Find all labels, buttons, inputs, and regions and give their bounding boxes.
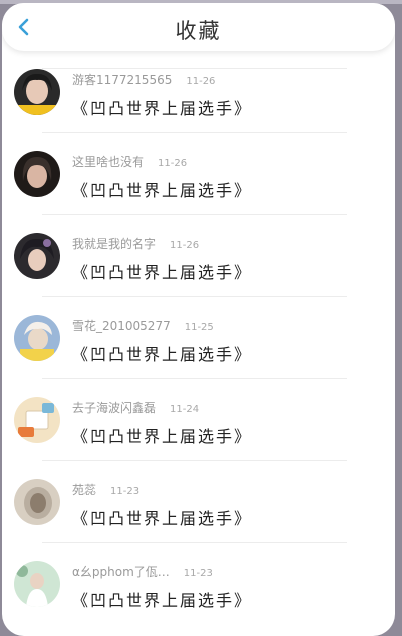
favorite-item[interactable]: 去子海波闪鑫磊 11-24 《凹凸世界上届选手》: [2, 379, 395, 461]
avatar[interactable]: [14, 397, 60, 443]
favorite-meta: 游客1177215565 11-26: [72, 71, 215, 88]
author-name[interactable]: α幺pphom了佤…: [72, 565, 170, 579]
timestamp: 11-23: [183, 568, 213, 579]
favorite-meta: 这里啥也没有 11-26: [72, 153, 187, 170]
favorite-meta: 去子海波闪鑫磊 11-24: [72, 399, 199, 416]
timestamp: 11-24: [170, 404, 200, 415]
favorite-content[interactable]: 《凹凸世界上届选手》: [72, 177, 252, 201]
avatar[interactable]: [14, 69, 60, 115]
author-name[interactable]: 去子海波闪鑫磊: [72, 401, 156, 415]
timestamp: 11-26: [170, 240, 200, 251]
timestamp: 11-26: [158, 158, 188, 169]
favorite-content[interactable]: 《凹凸世界上届选手》: [72, 95, 252, 119]
favorite-content[interactable]: 《凹凸世界上届选手》: [72, 341, 252, 365]
page-title: 收藏: [175, 19, 222, 43]
favorite-meta: 我就是我的名字 11-26: [72, 235, 199, 252]
avatar[interactable]: [14, 233, 60, 279]
timestamp: 11-23: [110, 486, 140, 497]
author-name[interactable]: 游客1177215565: [72, 73, 172, 87]
author-name[interactable]: 这里啥也没有: [72, 155, 144, 169]
favorite-item[interactable]: 雪花_201005277 11-25 《凹凸世界上届选手》: [2, 297, 395, 379]
author-name[interactable]: 我就是我的名字: [72, 237, 156, 251]
avatar[interactable]: [14, 315, 60, 361]
favorite-content[interactable]: 《凹凸世界上届选手》: [72, 587, 252, 611]
avatar[interactable]: [14, 479, 60, 525]
favorite-item[interactable]: 这里啥也没有 11-26 《凹凸世界上届选手》: [2, 133, 395, 215]
favorite-meta: 雪花_201005277 11-25: [72, 317, 214, 334]
avatar[interactable]: [14, 151, 60, 197]
timestamp: 11-25: [184, 322, 214, 333]
favorite-item[interactable]: 游客1177215565 11-26 《凹凸世界上届选手》: [2, 51, 395, 133]
author-name[interactable]: 雪花_201005277: [72, 319, 171, 333]
avatar[interactable]: [14, 561, 60, 607]
favorite-meta: 苑蕊 11-23: [72, 481, 139, 498]
favorite-meta: α幺pphom了佤… 11-23: [72, 563, 213, 580]
app-header: 收藏: [2, 3, 395, 51]
favorite-content[interactable]: 《凹凸世界上届选手》: [72, 505, 252, 529]
author-name[interactable]: 苑蕊: [72, 483, 96, 497]
favorite-item[interactable]: 苑蕊 11-23 《凹凸世界上届选手》: [2, 461, 395, 543]
timestamp: 11-26: [186, 76, 216, 87]
favorite-content[interactable]: 《凹凸世界上届选手》: [72, 259, 252, 283]
favorite-content[interactable]: 《凹凸世界上届选手》: [72, 423, 252, 447]
favorite-item[interactable]: α幺pphom了佤… 11-23 《凹凸世界上届选手》: [2, 543, 395, 625]
favorite-item[interactable]: 我就是我的名字 11-26 《凹凸世界上届选手》: [2, 215, 395, 297]
favorites-page: 收藏 游客1177215565 11-26 《凹凸世界上届选手》 这里啥也没有 …: [2, 3, 395, 636]
